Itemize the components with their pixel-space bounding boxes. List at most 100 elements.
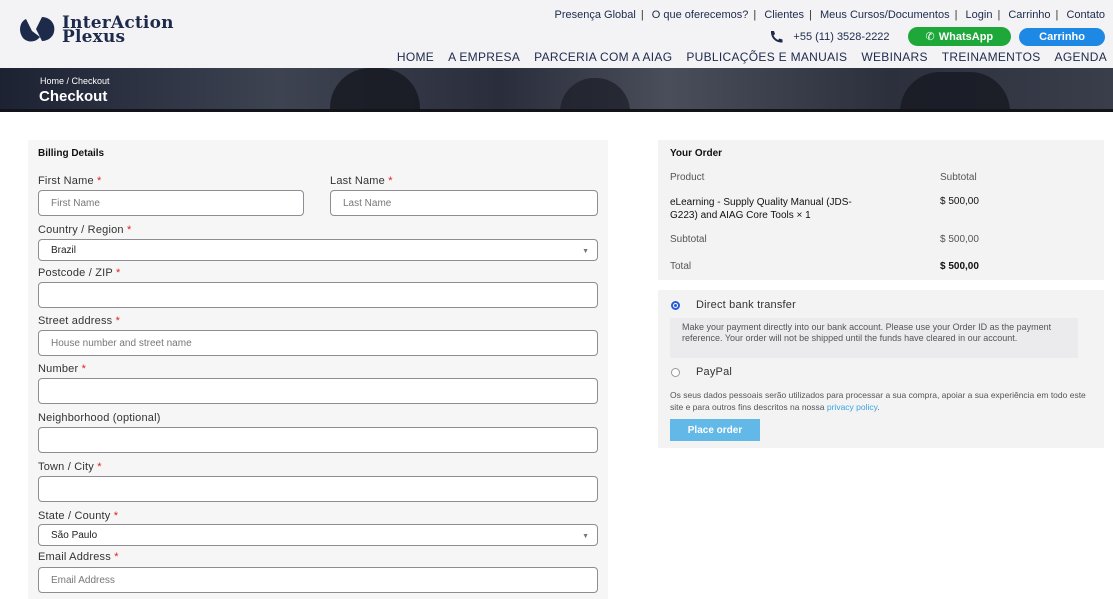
required-mark: * bbox=[388, 175, 393, 187]
postcode-label: Postcode / ZIP * bbox=[38, 267, 121, 279]
order-item-name: eLearning - Supply Quality Manual (JDS- … bbox=[670, 196, 852, 222]
nav-a-empresa[interactable]: A EMPRESA bbox=[448, 50, 520, 64]
bank-transfer-radio[interactable] bbox=[671, 301, 680, 310]
phone-icon bbox=[771, 30, 783, 43]
whatsapp-button[interactable]: ✆ WhatsApp bbox=[907, 27, 1012, 46]
chevron-down-icon: ▼ bbox=[582, 248, 589, 255]
first-name-label: First Name * bbox=[38, 175, 102, 187]
privacy-end: . bbox=[877, 402, 880, 412]
banner-bottom-line bbox=[0, 109, 1113, 112]
street-label: Street address * bbox=[38, 315, 120, 327]
payment-panel: Direct bank transfer Make your payment d… bbox=[658, 290, 1104, 448]
country-select[interactable]: Brazil ▼ bbox=[38, 239, 598, 261]
neighborhood-label: Neighborhood (optional) bbox=[38, 412, 161, 424]
postcode-label-text: Postcode / ZIP bbox=[38, 267, 113, 279]
required-mark: * bbox=[127, 224, 132, 236]
city-label-text: Town / City bbox=[38, 461, 94, 473]
street-address-input[interactable]: House number and street name bbox=[38, 330, 598, 356]
banner-silhouette bbox=[900, 72, 1010, 112]
neighborhood-input[interactable] bbox=[38, 427, 598, 453]
last-name-label: Last Name * bbox=[330, 175, 393, 187]
page-title: Checkout bbox=[39, 88, 108, 105]
chevron-down-icon: ▼ bbox=[582, 533, 589, 540]
postcode-input[interactable] bbox=[38, 282, 598, 308]
required-mark: * bbox=[116, 267, 121, 279]
order-subtotal-value: $ 500,00 bbox=[940, 234, 979, 245]
nav-publicacoes[interactable]: PUBLICAÇÕES E MANUAIS bbox=[686, 50, 847, 64]
page-banner: Home / Checkout Checkout bbox=[0, 68, 1113, 112]
order-col-product: Product bbox=[670, 172, 705, 183]
required-mark: * bbox=[97, 461, 102, 473]
order-col-subtotal: Subtotal bbox=[940, 172, 977, 183]
top-link-presenca[interactable]: Presença Global bbox=[555, 9, 636, 21]
nav-treinamentos[interactable]: TREINAMENTOS bbox=[942, 50, 1041, 64]
last-name-input[interactable]: Last Name bbox=[330, 190, 598, 216]
banner-silhouette bbox=[330, 68, 420, 112]
place-order-button[interactable]: Place order bbox=[670, 419, 760, 441]
state-label-text: State / County bbox=[38, 510, 111, 522]
nav-parceria-aiag[interactable]: PARCERIA COM A AIAG bbox=[534, 50, 672, 64]
required-mark: * bbox=[115, 315, 121, 327]
email-label: Email Address * bbox=[38, 551, 119, 563]
paypal-radio[interactable] bbox=[671, 368, 680, 377]
first-name-label-text: First Name bbox=[38, 175, 94, 187]
top-link-clientes[interactable]: Clientes bbox=[764, 9, 804, 21]
city-label: Town / City * bbox=[38, 461, 102, 473]
number-label: Number * bbox=[38, 363, 86, 375]
email-label-text: Email Address bbox=[38, 551, 111, 563]
main-nav: HOME A EMPRESA PARCERIA COM A AIAG PUBLI… bbox=[397, 50, 1107, 64]
nav-webinars[interactable]: WEBINARS bbox=[861, 50, 927, 64]
country-label: Country / Region * bbox=[38, 224, 132, 236]
whatsapp-label: WhatsApp bbox=[938, 30, 994, 43]
order-total-label: Total bbox=[670, 261, 692, 272]
site-logo[interactable]: InterAction Plexus bbox=[18, 15, 174, 46]
top-link-oferecemos[interactable]: O que oferecemos? bbox=[652, 9, 749, 21]
state-label: State / County * bbox=[38, 510, 118, 522]
order-summary-panel: Your Order Product Subtotal eLearning - … bbox=[658, 140, 1104, 280]
top-link-carrinho[interactable]: Carrinho bbox=[1008, 9, 1050, 21]
cart-button[interactable]: Carrinho bbox=[1019, 27, 1105, 46]
email-input[interactable]: Email Address bbox=[38, 567, 598, 593]
privacy-policy-link[interactable]: privacy policy bbox=[827, 402, 877, 412]
bank-transfer-label[interactable]: Direct bank transfer bbox=[696, 299, 796, 311]
nav-home[interactable]: HOME bbox=[397, 50, 434, 64]
order-subtotal-label: Subtotal bbox=[670, 234, 707, 245]
last-name-label-text: Last Name bbox=[330, 175, 385, 187]
city-input[interactable] bbox=[38, 476, 598, 502]
top-links: Presença Global | O que oferecemos? | Clie… bbox=[554, 9, 1105, 21]
required-mark: * bbox=[81, 363, 87, 375]
order-item-name-line2: G223) and AIAG Core Tools × 1 bbox=[670, 210, 811, 221]
paypal-label[interactable]: PayPal bbox=[696, 366, 732, 378]
site-header: InterAction Plexus Presença Global | O qu… bbox=[0, 0, 1113, 68]
country-label-text: Country / Region bbox=[38, 224, 124, 236]
order-heading: Your Order bbox=[670, 148, 723, 159]
billing-heading: Billing Details bbox=[38, 148, 105, 159]
state-value: São Paulo bbox=[51, 529, 98, 541]
number-input[interactable] bbox=[38, 378, 598, 404]
top-link-login[interactable]: Login bbox=[966, 9, 993, 21]
logo-mark-icon bbox=[20, 17, 55, 42]
required-mark: * bbox=[113, 510, 119, 522]
required-mark: * bbox=[97, 175, 102, 187]
order-total-value: $ 500,00 bbox=[940, 261, 979, 272]
phone-number[interactable]: +55 (11) 3528-2222 bbox=[793, 31, 889, 43]
privacy-notice: Os seus dados pessoais serão utilizados … bbox=[670, 389, 1090, 413]
number-label-text: Number bbox=[38, 363, 79, 375]
logo-text: InterAction Plexus bbox=[62, 15, 174, 46]
country-value: Brazil bbox=[51, 244, 77, 256]
state-select[interactable]: São Paulo ▼ bbox=[38, 524, 598, 546]
nav-agenda[interactable]: AGENDA bbox=[1055, 50, 1107, 64]
whatsapp-icon: ✆ bbox=[925, 31, 935, 43]
breadcrumb[interactable]: Home / Checkout bbox=[40, 76, 110, 86]
first-name-input[interactable]: First Name bbox=[38, 190, 304, 216]
banner-silhouette bbox=[560, 78, 630, 112]
contact-row: +55 (11) 3528-2222 ✆ WhatsApp Carrinho bbox=[769, 27, 1105, 46]
top-link-cursos[interactable]: Meus Cursos/Documentos bbox=[820, 9, 950, 21]
top-link-contato[interactable]: Contato bbox=[1066, 9, 1105, 21]
order-item-price: $ 500,00 bbox=[940, 196, 979, 207]
order-item-name-line1: eLearning - Supply Quality Manual (JDS- bbox=[670, 197, 852, 208]
bank-transfer-description: Make your payment directly into our bank… bbox=[670, 318, 1078, 358]
street-label-text: Street address bbox=[38, 315, 113, 327]
billing-details-panel: Billing Details First Name * First Name … bbox=[28, 140, 608, 599]
required-mark: * bbox=[114, 551, 119, 563]
